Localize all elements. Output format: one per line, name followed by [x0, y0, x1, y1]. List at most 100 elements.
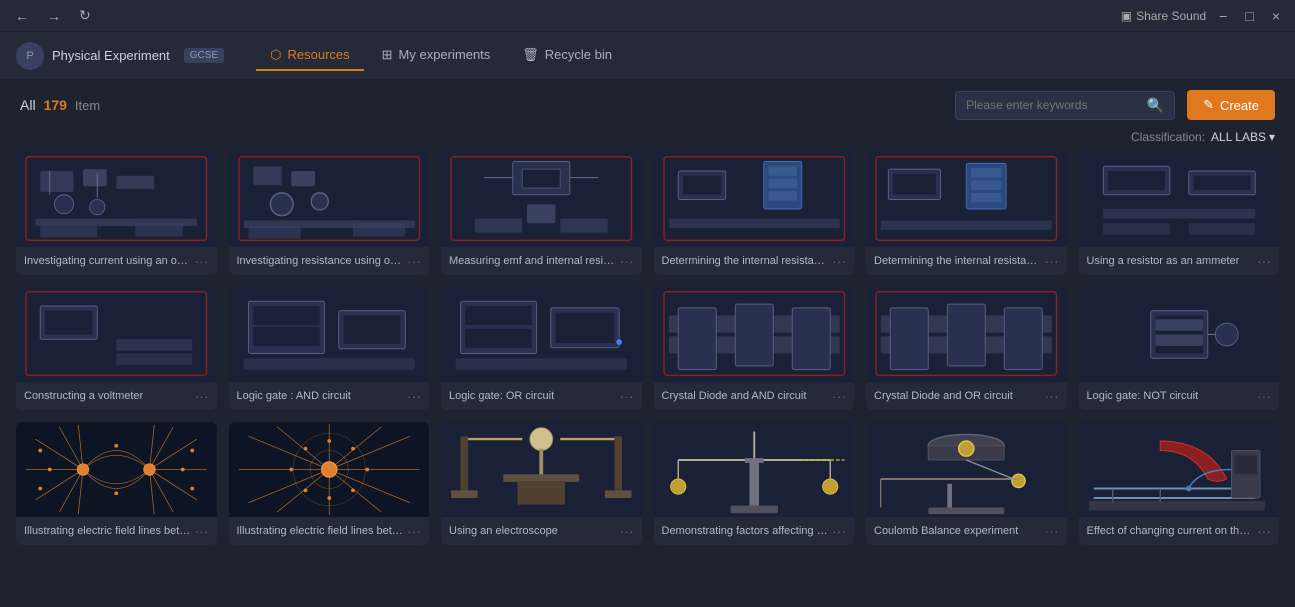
card-2-menu[interactable]: ···	[403, 253, 421, 269]
card-13-menu[interactable]: ···	[191, 523, 209, 539]
search-icon: 🔍	[1147, 97, 1164, 114]
card-9[interactable]: Logic gate: OR circuit ···	[441, 287, 642, 410]
tab-recycle-bin[interactable]: 🗑 Recycle bin	[508, 41, 626, 71]
tab-my-experiments[interactable]: ⊞ My experiments	[368, 41, 505, 71]
card-5-title: Determining the internal resistanc...	[874, 255, 1041, 267]
card-5-footer: Determining the internal resistanc... ··…	[866, 247, 1067, 275]
share-sound-button[interactable]: ▣ Share Sound	[1121, 9, 1206, 23]
card-14-menu[interactable]: ···	[403, 523, 421, 539]
card-12-title: Logic gate: NOT circuit	[1087, 390, 1254, 402]
card-9-menu[interactable]: ···	[616, 388, 634, 404]
item-count: 179	[44, 97, 67, 113]
search-input[interactable]	[966, 98, 1141, 112]
card-6-title: Using a resistor as an ammeter	[1087, 255, 1254, 267]
card-16-thumbnail	[654, 422, 855, 517]
app-name: Physical Experiment	[52, 48, 170, 63]
card-grid: Investigating current using an oh... ···…	[0, 152, 1295, 555]
card-18-title: Effect of changing current on the ...	[1087, 525, 1254, 537]
experiments-icon: ⊞	[382, 47, 393, 63]
card-1[interactable]: Investigating current using an oh... ···	[16, 152, 217, 275]
card-3-title: Measuring emf and internal resista...	[449, 255, 616, 267]
card-8-footer: Logic gate : AND circuit ···	[229, 382, 430, 410]
card-2-title: Investigating resistance using ohm...	[237, 255, 404, 267]
card-11-footer: Crystal Diode and OR circuit ···	[866, 382, 1067, 410]
tab-resources[interactable]: ⬡ Resources	[256, 41, 364, 71]
card-9-footer: Logic gate: OR circuit ···	[441, 382, 642, 410]
create-icon: ✎	[1203, 97, 1214, 113]
classification-bar: Classification: ALL LABS ▾	[0, 130, 1295, 152]
card-5[interactable]: Determining the internal resistanc... ··…	[866, 152, 1067, 275]
card-6-footer: Using a resistor as an ammeter ···	[1079, 247, 1280, 275]
card-3-menu[interactable]: ···	[616, 253, 634, 269]
card-7-thumbnail	[16, 287, 217, 382]
card-4[interactable]: Determining the internal resistanc... ··…	[654, 152, 855, 275]
card-14-title: Illustrating electric field lines betw..…	[237, 525, 404, 537]
forward-button[interactable]: →	[42, 6, 66, 26]
card-12-menu[interactable]: ···	[1253, 388, 1271, 404]
card-4-title: Determining the internal resistanc...	[662, 255, 829, 267]
refresh-button[interactable]: ↻	[74, 5, 96, 26]
card-6-menu[interactable]: ···	[1253, 253, 1271, 269]
maximize-button[interactable]: □	[1240, 6, 1258, 26]
card-12-thumbnail	[1079, 287, 1280, 382]
card-16-title: Demonstrating factors affecting C...	[662, 525, 829, 537]
monitor-icon: ▣	[1121, 9, 1132, 23]
card-14-thumbnail	[229, 422, 430, 517]
card-2-footer: Investigating resistance using ohm... ··…	[229, 247, 430, 275]
create-button[interactable]: ✎ Create	[1187, 90, 1275, 120]
all-label: All	[20, 97, 36, 113]
card-18[interactable]: Effect of changing current on the ... ··…	[1079, 422, 1280, 545]
card-17-title: Coulomb Balance experiment	[874, 525, 1041, 537]
card-10-thumbnail	[654, 287, 855, 382]
card-17[interactable]: Coulomb Balance experiment ···	[866, 422, 1067, 545]
card-18-menu[interactable]: ···	[1253, 523, 1271, 539]
card-7-title: Constructing a voltmeter	[24, 390, 191, 402]
card-14-footer: Illustrating electric field lines betw..…	[229, 517, 430, 545]
chevron-down-icon: ▾	[1269, 130, 1275, 144]
card-17-menu[interactable]: ···	[1041, 523, 1059, 539]
card-8[interactable]: Logic gate : AND circuit ···	[229, 287, 430, 410]
card-14[interactable]: Illustrating electric field lines betw..…	[229, 422, 430, 545]
card-11[interactable]: Crystal Diode and OR circuit ···	[866, 287, 1067, 410]
card-1-menu[interactable]: ···	[191, 253, 209, 269]
card-2[interactable]: Investigating resistance using ohm... ··…	[229, 152, 430, 275]
card-10-menu[interactable]: ···	[828, 388, 846, 404]
card-5-menu[interactable]: ···	[1041, 253, 1059, 269]
card-16-footer: Demonstrating factors affecting C... ···	[654, 517, 855, 545]
title-bar-nav: ← → ↻	[10, 5, 96, 26]
card-11-menu[interactable]: ···	[1041, 388, 1059, 404]
back-button[interactable]: ←	[10, 6, 34, 26]
card-4-thumbnail	[654, 152, 855, 247]
card-4-menu[interactable]: ···	[828, 253, 846, 269]
card-1-footer: Investigating current using an oh... ···	[16, 247, 217, 275]
card-16-menu[interactable]: ···	[828, 523, 846, 539]
card-3-thumbnail	[441, 152, 642, 247]
card-15[interactable]: Using an electroscope ···	[441, 422, 642, 545]
card-7-menu[interactable]: ···	[191, 388, 209, 404]
card-3[interactable]: Measuring emf and internal resista... ··…	[441, 152, 642, 275]
card-8-menu[interactable]: ···	[403, 388, 421, 404]
card-15-menu[interactable]: ···	[616, 523, 634, 539]
card-13-thumbnail	[16, 422, 217, 517]
card-7[interactable]: Constructing a voltmeter ···	[16, 287, 217, 410]
avatar: P	[16, 42, 44, 70]
toolbar: All 179 Item 🔍 ✎ Create	[0, 80, 1295, 130]
close-button[interactable]: ×	[1267, 6, 1285, 26]
all-labs-button[interactable]: ALL LABS ▾	[1211, 130, 1275, 144]
card-17-thumbnail	[866, 422, 1067, 517]
card-12[interactable]: Logic gate: NOT circuit ···	[1079, 287, 1280, 410]
classification-label: Classification:	[1131, 130, 1205, 144]
card-15-title: Using an electroscope	[449, 525, 616, 537]
card-10[interactable]: Crystal Diode and AND circuit ···	[654, 287, 855, 410]
recycle-icon: 🗑	[522, 47, 539, 63]
card-8-title: Logic gate : AND circuit	[237, 390, 404, 402]
search-box[interactable]: 🔍	[955, 91, 1175, 120]
card-7-footer: Constructing a voltmeter ···	[16, 382, 217, 410]
minimize-button[interactable]: −	[1214, 6, 1232, 26]
card-16[interactable]: Demonstrating factors affecting C... ···	[654, 422, 855, 545]
card-9-title: Logic gate: OR circuit	[449, 390, 616, 402]
card-8-thumbnail	[229, 287, 430, 382]
card-6[interactable]: Using a resistor as an ammeter ···	[1079, 152, 1280, 275]
card-5-thumbnail	[866, 152, 1067, 247]
card-13[interactable]: Illustrating electric field lines betw..…	[16, 422, 217, 545]
